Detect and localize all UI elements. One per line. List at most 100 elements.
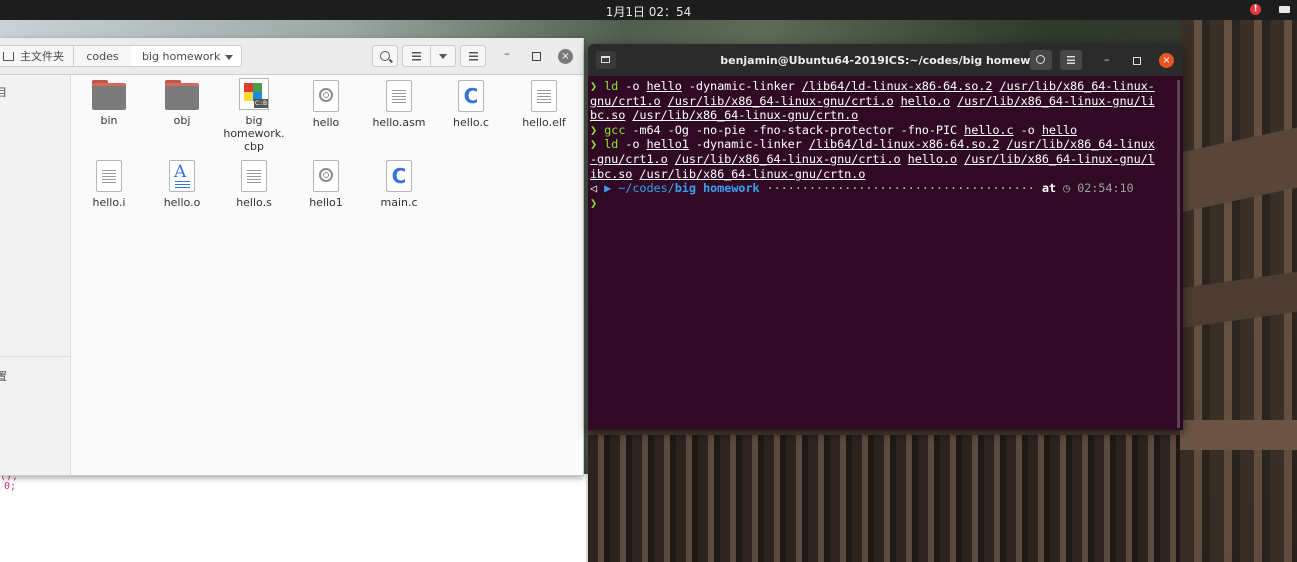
- divider: [0, 356, 70, 357]
- command-arg: gnu/crt1.o: [590, 93, 661, 108]
- file-name: hello.i: [92, 196, 126, 209]
- command-arg: ibc.so: [590, 166, 633, 181]
- close-button[interactable]: ×: [558, 49, 573, 64]
- hamburger-icon: [1067, 56, 1075, 64]
- file-item-hello-o[interactable]: A hello.o: [147, 160, 217, 209]
- file-item-hello-elf[interactable]: hello.elf: [509, 80, 579, 129]
- file-name: hello.elf: [522, 116, 566, 129]
- command-text: -dynamic-linker: [681, 79, 802, 93]
- command-arg: -gnu/crt1.o: [590, 151, 668, 166]
- terminal-search-button[interactable]: [1030, 50, 1052, 70]
- prompt-filler: ······································: [759, 181, 1042, 196]
- file-item-hello-i[interactable]: hello.i: [74, 160, 144, 209]
- command-text: -o: [1013, 122, 1042, 137]
- divider: [586, 474, 588, 562]
- file-item-bin[interactable]: bin: [74, 80, 144, 127]
- top-panel: 1月1日 02：54 !: [0, 0, 1297, 20]
- list-view-icon: [412, 52, 421, 61]
- terminal-window[interactable]: benjamin@Ubuntu64-2019ICS:~/codes/big ho…: [588, 44, 1183, 430]
- folder-icon: ▶: [604, 181, 612, 196]
- command-text: -m64 -Og -no-pie -fno-stack-protector -f…: [625, 122, 965, 137]
- wallpaper-bridge-floor: [588, 430, 1188, 562]
- search-icon: [380, 51, 390, 61]
- divider: [430, 46, 431, 66]
- wallpaper-bridge-beam: [1180, 420, 1297, 450]
- file-name: main.c: [380, 196, 418, 209]
- sidebar-item-partial[interactable]: 目: [0, 84, 7, 100]
- search-icon: [1036, 55, 1045, 64]
- chevron-down-icon[interactable]: [439, 54, 447, 59]
- command-arg: /usr/lib/x86_64-linux-gnu/li: [957, 93, 1155, 108]
- text-file-icon: [386, 80, 412, 112]
- command-arg: hello1: [646, 137, 689, 152]
- command-arg: /usr/lib/x86_64-linux-: [999, 79, 1155, 93]
- file-manager-headerbar: 主文件夹 codes big homework – ×: [0, 38, 583, 75]
- command-text: [661, 94, 668, 108]
- sidebar-item-partial[interactable]: 置: [0, 368, 7, 384]
- command-arg: /usr/lib/x86_64-linux-gnu/crti.o: [674, 151, 901, 166]
- breadcrumb-label: 主文件夹: [20, 50, 64, 63]
- prompt-directory: big homework: [674, 181, 760, 196]
- command-name: ld: [604, 79, 619, 93]
- prompt-symbol: ❯: [590, 79, 598, 93]
- background-editor: (); 0;: [0, 471, 586, 562]
- sidebar: 目 置: [0, 75, 71, 475]
- os-icon: ◁: [590, 181, 598, 196]
- file-item-hello1[interactable]: hello1: [291, 160, 361, 209]
- file-item-hello-asm[interactable]: hello.asm: [364, 80, 434, 129]
- terminal-scrollbar[interactable]: [1177, 80, 1180, 428]
- file-manager-window: 主文件夹 codes big homework – × 目 置 bin obj …: [0, 38, 584, 476]
- prompt-at: at: [1041, 181, 1056, 196]
- command-arg: bc.so: [590, 108, 626, 123]
- terminal-headerbar: benjamin@Ubuntu64-2019ICS:~/codes/big ho…: [588, 44, 1183, 76]
- folder-icon: [165, 80, 199, 110]
- prompt-symbol: ❯: [590, 137, 598, 152]
- breadcrumb-codes[interactable]: codes: [74, 45, 132, 67]
- alert-icon[interactable]: !: [1250, 4, 1261, 15]
- file-item-obj[interactable]: obj: [147, 80, 217, 127]
- command-arg: hello.c: [964, 122, 1014, 137]
- terminal-title: benjamin@Ubuntu64-2019ICS:~/codes/big ho…: [720, 54, 1051, 67]
- file-name: hello.o: [163, 196, 201, 209]
- home-icon: [3, 52, 14, 61]
- terminal-menu-button[interactable]: [1060, 50, 1082, 70]
- file-name: big homework. cbp: [223, 114, 285, 153]
- file-item-hello-s[interactable]: hello.s: [219, 160, 289, 209]
- maximize-button[interactable]: [1133, 57, 1141, 65]
- command-arg: /lib64/ld-linux-x86-64.so.2: [801, 79, 993, 93]
- object-file-icon: A: [169, 160, 195, 192]
- command-name: gcc: [604, 122, 626, 137]
- command-text: [901, 152, 908, 166]
- file-item-big-homework-cbp[interactable]: C::B big homework. cbp: [219, 78, 289, 153]
- prompt-symbol: ❯: [590, 195, 598, 210]
- command-arg: /usr/lib/x86_64-linux-gnu/crtn.o: [639, 166, 866, 181]
- file-name: hello.asm: [372, 116, 426, 129]
- command-arg: hello: [646, 79, 682, 93]
- menu-button[interactable]: [460, 45, 486, 67]
- maximize-button[interactable]: [532, 52, 541, 61]
- command-text: [668, 152, 675, 166]
- breadcrumb-label: big homework: [142, 50, 221, 63]
- file-name: hello.s: [236, 196, 272, 209]
- prompt-path: ~/codes/: [618, 181, 675, 196]
- file-item-hello-c[interactable]: C hello.c: [436, 80, 506, 129]
- command-text: -o: [618, 137, 647, 152]
- c-source-icon: C: [386, 160, 412, 192]
- breadcrumb-home[interactable]: 主文件夹: [0, 45, 74, 67]
- close-button[interactable]: ×: [1159, 53, 1174, 68]
- view-toggle-button[interactable]: [402, 45, 456, 67]
- breadcrumb-big-homework[interactable]: big homework: [131, 45, 242, 67]
- search-button[interactable]: [372, 45, 398, 67]
- folder-icon: [92, 80, 126, 110]
- minimize-button[interactable]: –: [1104, 53, 1110, 66]
- clock-icon: ◷: [1055, 181, 1078, 196]
- battery-icon[interactable]: [1279, 6, 1290, 13]
- minimize-button[interactable]: –: [504, 47, 510, 60]
- command-name: ld: [604, 137, 619, 152]
- file-item-main-c[interactable]: C main.c: [364, 160, 434, 209]
- text-file-icon: [96, 160, 122, 192]
- terminal-output[interactable]: ❯ ld -o hello -dynamic-linker /lib64/ld-…: [590, 79, 1174, 210]
- clock[interactable]: 1月1日 02：54: [0, 3, 1297, 20]
- file-item-hello[interactable]: hello: [291, 80, 361, 129]
- command-text: -dynamic-linker: [688, 137, 809, 152]
